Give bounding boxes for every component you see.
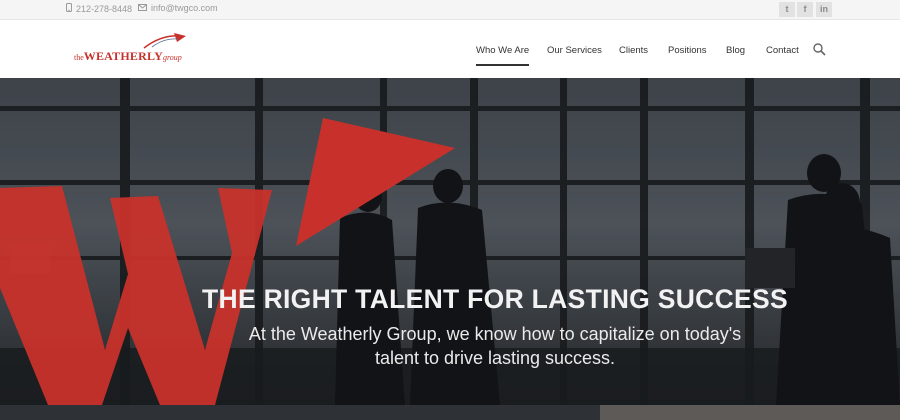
logo-the: the: [74, 53, 84, 62]
nav-contact[interactable]: Contact: [766, 45, 799, 56]
search-icon[interactable]: [813, 43, 826, 61]
nav-our-services[interactable]: Our Services: [547, 45, 602, 56]
linkedin-icon[interactable]: in: [816, 2, 832, 17]
phone-icon: [66, 3, 72, 14]
site-header: theWEATHERLYgroup Who We Are Our Service…: [0, 21, 900, 77]
logo-main: WEATHERLY: [83, 49, 163, 63]
nav-positions[interactable]: Positions: [668, 45, 707, 56]
top-bar: 212-278-8448 info@twgco.com t f in: [0, 0, 900, 20]
twitter-icon[interactable]: t: [779, 2, 795, 17]
envelope-icon: [138, 3, 147, 13]
email-address: info@twgco.com: [151, 3, 218, 13]
facebook-icon[interactable]: f: [797, 2, 813, 17]
hero-banner: THE RIGHT TALENT FOR LASTING SUCCESS At …: [0, 78, 900, 405]
phone-contact[interactable]: 212-278-8448: [66, 3, 132, 14]
site-logo[interactable]: theWEATHERLYgroup: [70, 32, 198, 64]
hero-title: THE RIGHT TALENT FOR LASTING SUCCESS: [202, 284, 788, 314]
hero-subtitle: At the Weatherly Group, we know how to c…: [248, 324, 742, 368]
bottom-section-dark: [0, 405, 600, 420]
bottom-section-light: [600, 405, 900, 420]
nav-blog[interactable]: Blog: [726, 45, 745, 56]
nav-clients[interactable]: Clients: [619, 45, 648, 56]
logo-group: group: [162, 53, 182, 62]
logo-wordmark: theWEATHERLYgroup: [74, 47, 182, 65]
email-contact[interactable]: info@twgco.com: [138, 3, 218, 13]
phone-number: 212-278-8448: [76, 3, 133, 14]
nav-who-we-are[interactable]: Who We Are: [476, 45, 530, 66]
